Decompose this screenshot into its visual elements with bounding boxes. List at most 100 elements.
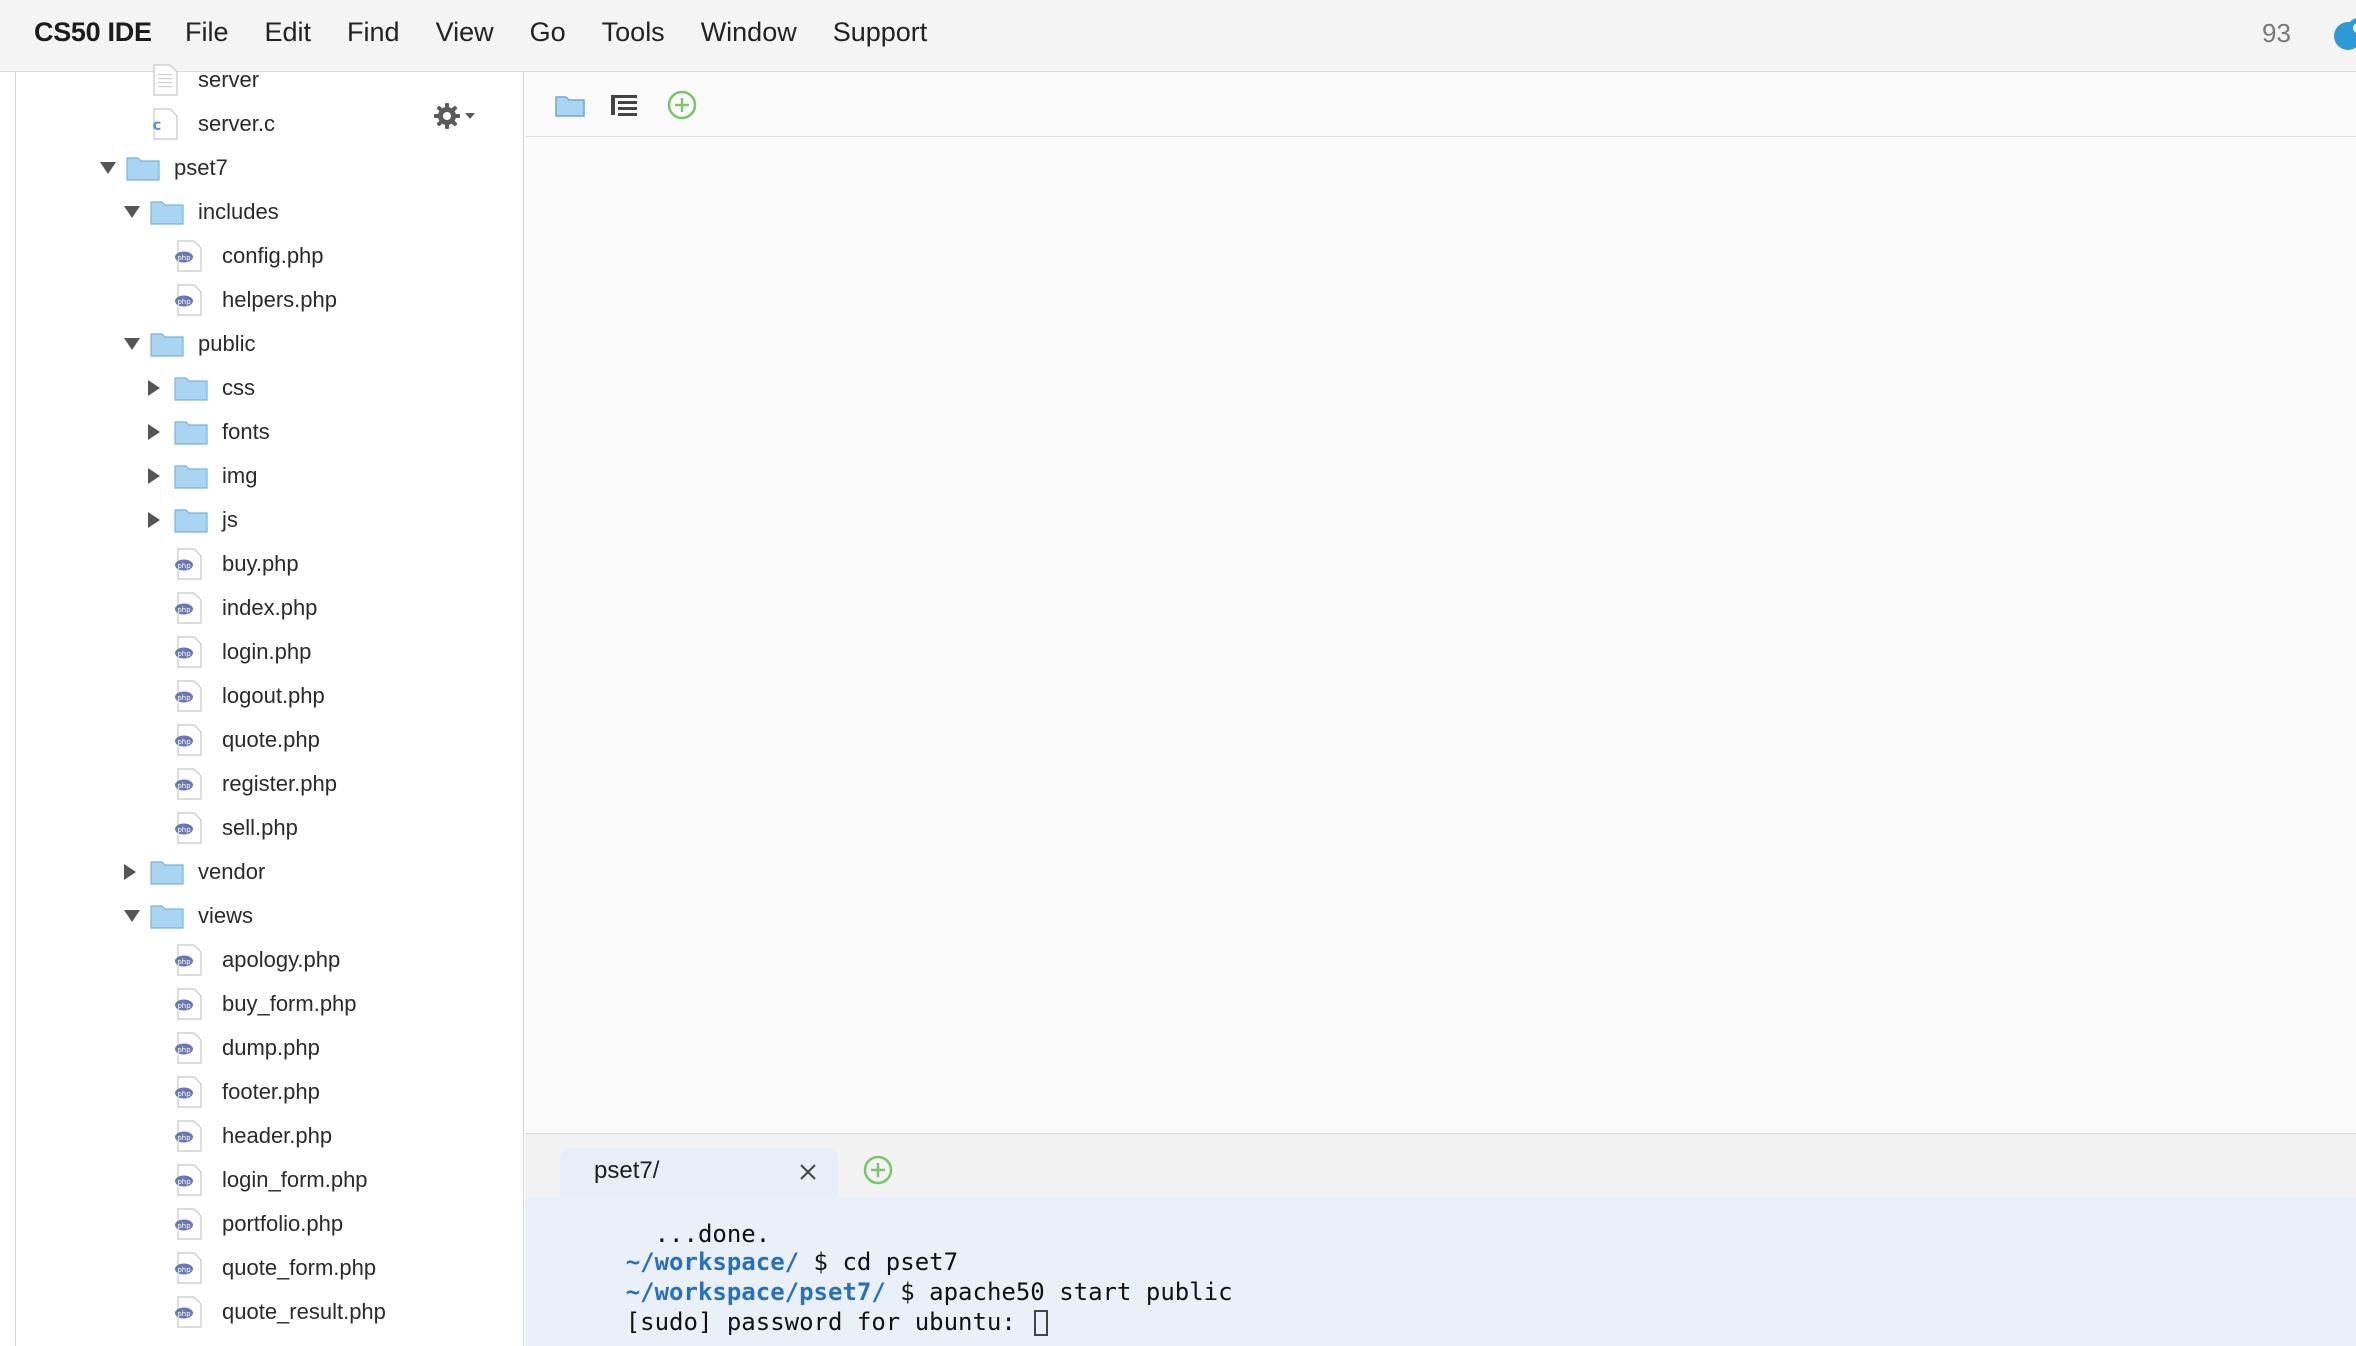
svg-text:php: php	[177, 1222, 191, 1230]
terminal-tab-label[interactable]: pset7/	[594, 1157, 659, 1185]
expand-arrow-right-icon[interactable]	[148, 424, 160, 440]
editor-area[interactable]	[525, 72, 2356, 1134]
expand-arrow-right-icon[interactable]	[124, 864, 136, 880]
expand-arrow-down-icon[interactable]	[124, 910, 140, 922]
tree-folder-row[interactable]: img	[0, 456, 520, 496]
tree-item-label: login.php	[222, 639, 312, 664]
expand-arrow-right-icon[interactable]	[148, 380, 160, 396]
tree-item-label: register.php	[222, 771, 337, 796]
tree-item-label: index.php	[222, 595, 318, 620]
php-file-icon: php	[175, 548, 202, 580]
tree-file-row[interactable]: php sell.php	[0, 808, 520, 848]
php-file-icon: php	[175, 768, 202, 800]
tree-folder-row[interactable]: js	[0, 500, 520, 540]
menu-view[interactable]: View	[436, 17, 494, 48]
php-file-icon: php	[175, 240, 202, 272]
c-file-icon: c	[153, 108, 178, 140]
php-file-icon: php	[175, 944, 202, 976]
tree-folder-row[interactable]: pset7	[0, 148, 520, 188]
terminal-output[interactable]: ...done. ~/workspace/ $ cd pset7 ~/works…	[525, 1197, 2356, 1346]
tree-item-label: config.php	[222, 243, 324, 268]
tree-folder-row[interactable]: fonts	[0, 412, 520, 452]
tree-item-label: pset7	[174, 155, 228, 180]
menu-go[interactable]: Go	[530, 17, 566, 48]
tree-file-row[interactable]: php dump.php	[0, 1028, 520, 1068]
tree-file-row[interactable]: php helpers.php	[0, 280, 520, 320]
php-file-icon: php	[175, 988, 202, 1020]
tree-item-label: public	[198, 331, 256, 356]
expand-arrow-down-icon[interactable]	[100, 162, 116, 174]
svg-text:php: php	[177, 1310, 191, 1318]
tree-item-label: js	[222, 507, 238, 532]
tree-file-row[interactable]: server	[0, 60, 520, 100]
terminal-cursor	[1034, 1310, 1049, 1336]
tree-item-label: buy_form.php	[222, 991, 357, 1016]
tree-file-row[interactable]: php register.php	[0, 764, 520, 804]
tree-file-row[interactable]: php portfolio.php	[0, 1204, 520, 1244]
tree-file-row[interactable]: php buy.php	[0, 544, 520, 584]
folder-icon	[174, 421, 208, 445]
tree-folder-row[interactable]: views	[0, 896, 520, 936]
tree-file-row[interactable]: php quote_result.php	[0, 1292, 520, 1332]
svg-text:php: php	[177, 562, 191, 570]
tree-file-row[interactable]: php header.php	[0, 1116, 520, 1156]
tree-file-row[interactable]: php apology.php	[0, 940, 520, 980]
tree-item-label: views	[198, 903, 254, 928]
menu-file[interactable]: File	[185, 17, 229, 48]
tree-file-row[interactable]: php logout.php	[0, 676, 520, 716]
expand-arrow-down-icon[interactable]	[124, 206, 140, 218]
tree-file-row[interactable]: php quote.php	[0, 720, 520, 760]
tree-folder-row[interactable]: includes	[0, 192, 520, 232]
tree-folder-row[interactable]: public	[0, 324, 520, 364]
expand-arrow-down-icon[interactable]	[124, 338, 140, 350]
ide-window: CS50 IDE File Edit Find View Go Tools Wi…	[0, 0, 2356, 1346]
svg-text:php: php	[177, 738, 191, 746]
folder-icon[interactable]	[554, 89, 586, 121]
tree-folder-row[interactable]: vendor	[0, 852, 520, 892]
cloud-icon[interactable]	[2328, 14, 2356, 54]
outline-icon[interactable]	[608, 89, 640, 121]
menu-edit[interactable]: Edit	[265, 17, 312, 48]
php-file-icon: php	[175, 724, 202, 756]
tree-file-row[interactable]: php footer.php	[0, 1072, 520, 1112]
tree-file-row[interactable]: php quote_form.php	[0, 1248, 520, 1288]
add-tab-icon[interactable]	[666, 89, 698, 121]
tree-item-label: fonts	[222, 419, 270, 444]
tree-item-label: dump.php	[222, 1035, 320, 1060]
svg-text:php: php	[177, 1178, 191, 1186]
tree-file-row[interactable]: php config.php	[0, 236, 520, 276]
new-terminal-icon[interactable]	[862, 1154, 894, 1186]
app-brand[interactable]: CS50 IDE	[34, 17, 152, 48]
menu-list: File Edit Find View Go Tools Window Supp…	[185, 17, 963, 48]
php-file-icon: php	[175, 1032, 202, 1064]
php-file-icon: php	[175, 1208, 202, 1240]
tree-file-row[interactable]: php index.php	[0, 588, 520, 628]
svg-text:c: c	[153, 116, 162, 134]
php-file-icon: php	[175, 1076, 202, 1108]
folder-icon	[150, 201, 184, 225]
tree-item-label: logout.php	[222, 683, 325, 708]
expand-arrow-right-icon[interactable]	[148, 512, 160, 528]
svg-text:php: php	[177, 1090, 191, 1098]
menu-support[interactable]: Support	[833, 17, 928, 48]
php-file-icon: php	[175, 1164, 202, 1196]
tree-item-label: quote_result.php	[222, 1299, 386, 1324]
tree-file-row[interactable]: php login_form.php	[0, 1160, 520, 1200]
close-icon[interactable]	[796, 1160, 820, 1184]
expand-arrow-right-icon[interactable]	[148, 468, 160, 484]
menu-find[interactable]: Find	[347, 17, 400, 48]
menu-counter: 93	[2262, 18, 2291, 48]
menu-window[interactable]: Window	[701, 17, 797, 48]
tree-item-label: helpers.php	[222, 287, 337, 312]
tree-item-label: header.php	[222, 1123, 333, 1148]
php-file-icon: php	[175, 592, 202, 624]
tree-file-row[interactable]: php login.php	[0, 632, 520, 672]
tree-item-label: vendor	[198, 859, 266, 884]
menu-tools[interactable]: Tools	[602, 17, 665, 48]
tree-file-row[interactable]: c server.c	[0, 104, 520, 144]
tree-file-row[interactable]: php buy_form.php	[0, 984, 520, 1024]
php-file-icon: php	[175, 1120, 202, 1152]
php-file-icon: php	[175, 284, 202, 316]
folder-icon	[174, 465, 208, 489]
tree-folder-row[interactable]: css	[0, 368, 520, 408]
